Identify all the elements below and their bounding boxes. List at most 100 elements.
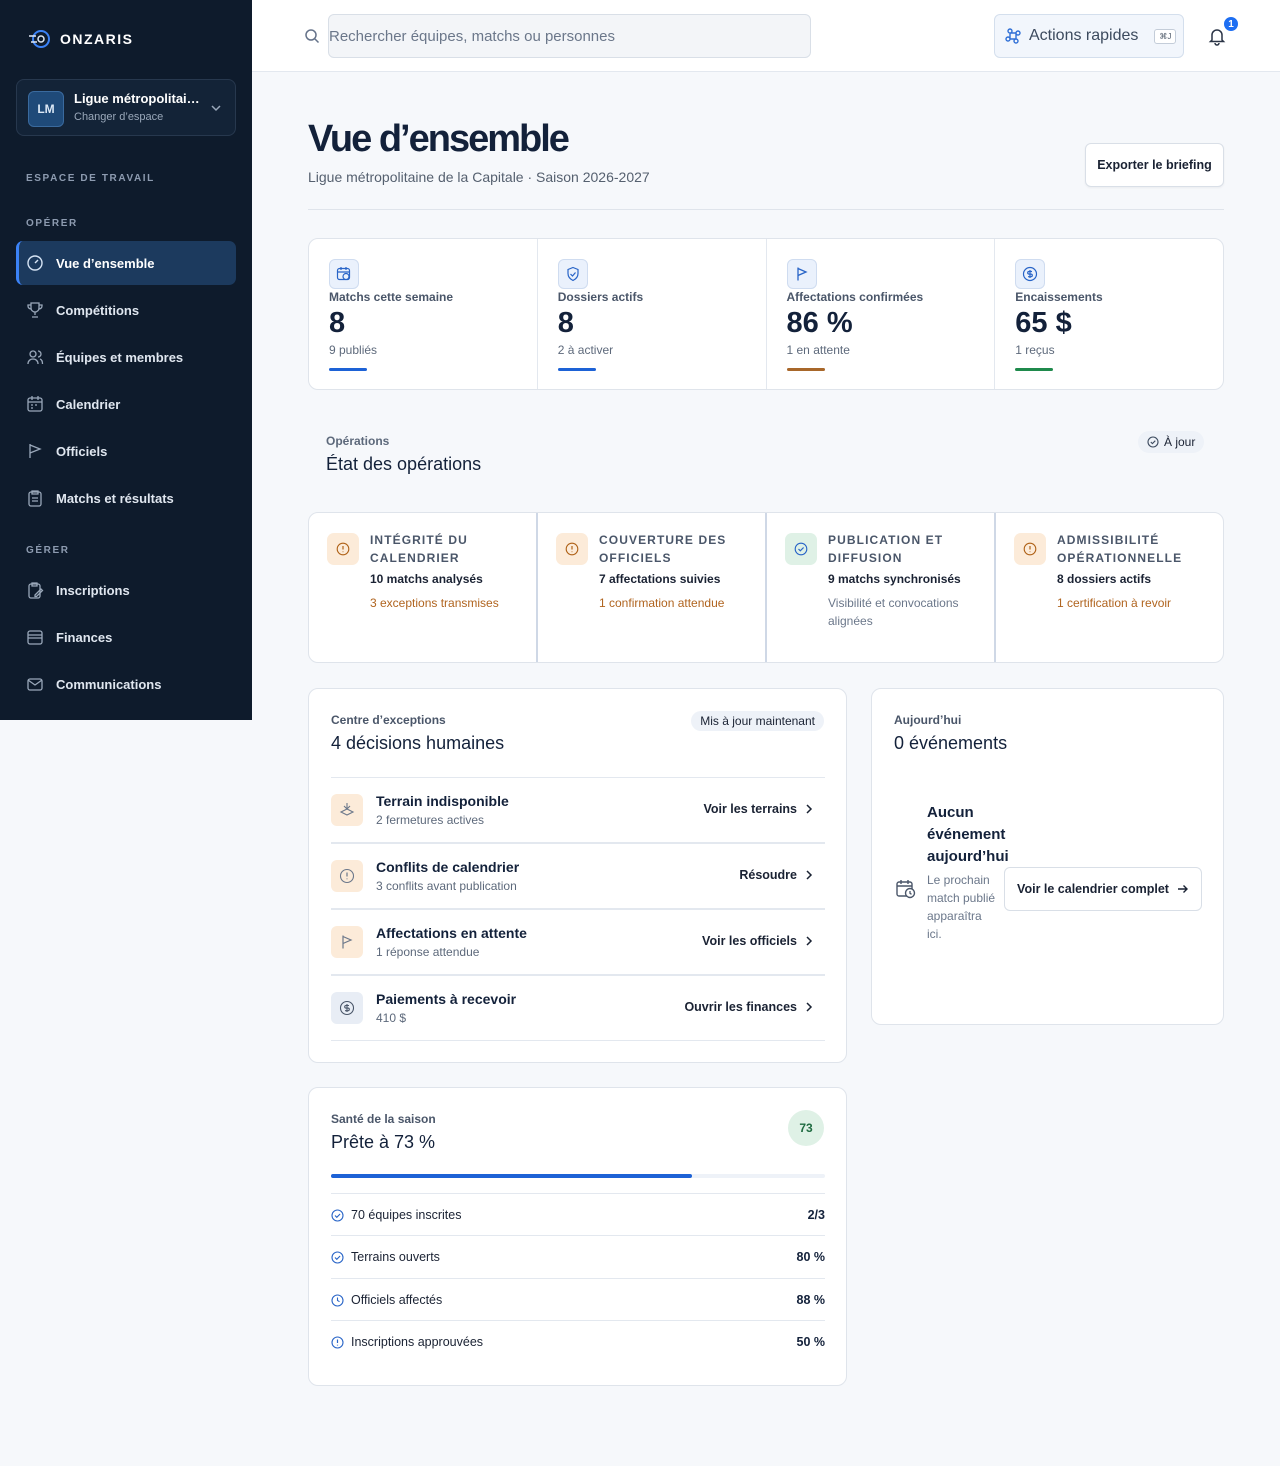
sidebar-item-teams[interactable]: Équipes et membres <box>16 335 236 379</box>
exception-action-link[interactable]: Ouvrir les finances <box>684 1000 813 1014</box>
header-divider <box>308 209 1224 210</box>
field-icon <box>331 794 363 826</box>
operations-status-text: À jour <box>1164 435 1196 449</box>
kpi-label: Matchs cette semaine <box>329 290 454 304</box>
health-row-label: Inscriptions approuvées <box>351 1335 484 1349</box>
notifications-badge: 1 <box>1222 15 1240 33</box>
health-row-label: Officiels affectés <box>351 1293 443 1307</box>
calendar-clock-icon <box>329 259 359 289</box>
brand-logo[interactable]: ONZARIS <box>28 28 134 50</box>
exception-action-label: Ouvrir les finances <box>684 1000 797 1014</box>
calendar-clock-icon <box>896 880 916 899</box>
kpi-card[interactable]: Encaissements 65 $ 1 reçus <box>995 239 1223 389</box>
sidebar-item-label: Compétitions <box>56 302 140 318</box>
exception-action-link[interactable]: Voir les terrains <box>703 802 813 816</box>
kpi-label: Dossiers actifs <box>557 290 644 304</box>
operation-note: 3 exceptions transmises <box>370 596 499 610</box>
quick-actions-button[interactable]: Actions rapides ⌘J <box>994 14 1184 58</box>
alert-circle-icon <box>331 860 363 892</box>
operation-main: 10 matchs analysés <box>370 572 483 586</box>
exception-sub: 3 conflits avant publication <box>376 879 517 893</box>
kpi-card[interactable]: Dossiers actifs 8 2 à activer <box>538 239 767 389</box>
workspace-switch-label: Changer d’espace <box>74 111 164 123</box>
sidebar-item-label: Inscriptions <box>56 582 130 598</box>
page-subtitle: Ligue métropolitaine de la Capitale · Sa… <box>308 169 650 185</box>
export-briefing-button[interactable]: Exporter le briefing <box>1085 143 1224 187</box>
health-progress-bar <box>331 1174 825 1178</box>
operations-status-badge: À jour <box>1138 431 1205 453</box>
sidebar-item-label: Matchs et résultats <box>56 490 174 506</box>
search-icon <box>305 29 320 44</box>
sidebar-item-label: Vue d’ensemble <box>56 255 155 271</box>
kpi-strip: Matchs cette semaine 8 9 publiés Dossier… <box>308 238 1224 390</box>
workspace-switcher[interactable]: LM Ligue métropolitaine de la Capitale C… <box>16 79 236 136</box>
season-health-card: Santé de la saison Prête à 73 % 73 70 éq… <box>308 1087 847 1386</box>
alert-circle-icon <box>1014 533 1046 565</box>
operation-card[interactable]: Intégrité du calendrier 10 matchs analys… <box>309 513 538 662</box>
exceptions-title: 4 décisions humaines <box>331 733 505 753</box>
chevron-right-icon <box>806 936 813 946</box>
search-input[interactable] <box>328 14 811 58</box>
operation-main: 7 affectations suivies <box>599 572 721 586</box>
sidebar-item-competitions[interactable]: Compétitions <box>16 288 236 332</box>
operation-card[interactable]: Admissibilité opérationnelle 8 dossiers … <box>996 513 1223 662</box>
operation-note: Visibilité et convocations alignées <box>828 596 959 628</box>
health-progress-fill <box>331 1174 692 1178</box>
exception-row[interactable]: Affectations en attente 1 réponse attend… <box>331 909 825 975</box>
operation-card[interactable]: Couverture des officiels 7 affectations … <box>538 513 767 662</box>
check-circle-icon <box>785 533 817 565</box>
exceptions-updated-badge: Mis à jour maintenant <box>691 711 824 731</box>
brand-name: ONZARIS <box>60 31 134 47</box>
today-empty-title: Aucun événement aujourd’hui <box>927 804 1009 865</box>
sidebar-item-calendar[interactable]: Calendrier <box>16 382 236 426</box>
exception-row[interactable]: Paiements à recevoir 410 $ Ouvrir les fi… <box>331 975 825 1041</box>
sidebar-item-officials[interactable]: Officiels <box>16 429 236 473</box>
health-row: 70 équipes inscrites 2/3 <box>331 1193 825 1236</box>
health-score-badge: 73 <box>788 1110 824 1146</box>
exception-action-label: Voir les officiels <box>702 934 797 948</box>
sidebar-item-registrations[interactable]: Inscriptions <box>16 568 236 612</box>
exception-row[interactable]: Conflits de calendrier 3 conflits avant … <box>331 843 825 909</box>
exception-row[interactable]: Terrain indisponible 2 fermetures active… <box>331 777 825 843</box>
view-full-calendar-label: Voir le calendrier complet <box>1017 882 1169 896</box>
exception-action-link[interactable]: Résoudre <box>739 868 813 882</box>
trophy-icon <box>27 302 43 318</box>
kpi-accent-bar <box>557 368 596 371</box>
chevron-right-icon <box>806 804 813 814</box>
operation-card[interactable]: Publication et diffusion 9 matchs synchr… <box>767 513 996 662</box>
exception-action-link[interactable]: Voir les officiels <box>702 934 813 948</box>
check-circle-icon <box>331 1250 344 1264</box>
kpi-value: 8 <box>557 307 574 339</box>
exception-action-label: Résoudre <box>739 868 797 882</box>
exception-action-label: Voir les terrains <box>703 802 797 816</box>
alert-circle-icon <box>327 533 359 565</box>
sidebar-item-matches[interactable]: Matchs et résultats <box>16 476 236 520</box>
exception-sub: 410 $ <box>376 1011 407 1025</box>
exception-title: Paiements à recevoir <box>376 991 517 1007</box>
health-label: Santé de la saison <box>331 1112 436 1126</box>
sidebar-item-overview[interactable]: Vue d’ensemble <box>16 241 236 285</box>
operation-main: 9 matchs synchronisés <box>828 572 961 586</box>
section-operate-heading: OPÉRER <box>26 218 78 229</box>
view-full-calendar-button[interactable]: Voir le calendrier complet <box>1004 867 1202 911</box>
sidebar-item-finances[interactable]: Finances <box>16 615 236 659</box>
operation-main: 8 dossiers actifs <box>1057 572 1152 586</box>
operations-title: État des opérations <box>326 454 482 474</box>
shield-check-icon <box>557 259 588 289</box>
mail-icon <box>27 678 43 691</box>
health-row-label: 70 équipes inscrites <box>351 1208 462 1222</box>
section-workspace-heading: ESPACE DE TRAVAIL <box>26 173 155 184</box>
kpi-sub: 1 reçus <box>1015 343 1055 357</box>
health-title: Prête à 73 % <box>331 1132 436 1152</box>
chevron-down-icon <box>211 105 221 112</box>
kpi-card[interactable]: Affectations confirmées 86 % 1 en attent… <box>767 239 996 389</box>
topbar: Actions rapides ⌘J 1 <box>252 0 1280 72</box>
dollar-circle-icon <box>331 992 363 1024</box>
health-row-value: 88 % <box>796 1293 826 1307</box>
sidebar-item-communications[interactable]: Communications <box>16 662 236 706</box>
gauge-icon <box>27 255 43 271</box>
page-title: Vue d’ensemble <box>308 118 570 160</box>
exception-sub: 1 réponse attendue <box>376 945 480 959</box>
kpi-card[interactable]: Matchs cette semaine 8 9 publiés <box>309 239 538 389</box>
kpi-label: Encaissements <box>1015 290 1103 304</box>
